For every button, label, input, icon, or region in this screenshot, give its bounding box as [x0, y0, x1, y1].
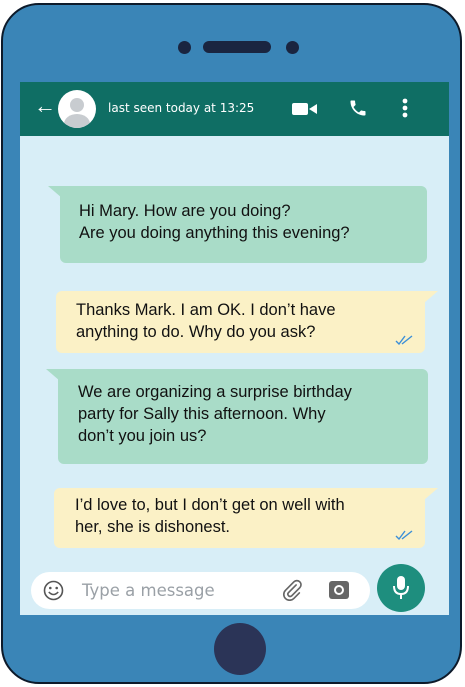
camera-icon[interactable] — [328, 580, 350, 600]
phone-frame: ← last seen today at 13:25 Hi Mary. How … — [1, 3, 462, 684]
message-line: party for Sally this afternoon. Why — [78, 405, 326, 423]
chat-header: ← last seen today at 13:25 — [20, 82, 449, 136]
attachment-icon[interactable] — [281, 579, 303, 601]
double-check-icon — [395, 335, 413, 345]
message-placeholder: Type a message — [82, 581, 215, 600]
avatar[interactable] — [58, 90, 96, 128]
last-seen-status: last seen today at 13:25 — [108, 101, 255, 115]
message-input[interactable]: Type a message — [31, 572, 370, 609]
message-line: Thanks Mark. I am OK. I don’t have — [76, 301, 336, 319]
message-line: We are organizing a surprise birthday — [78, 383, 352, 401]
microphone-button[interactable] — [377, 564, 425, 612]
message-line: don’t you join us? — [78, 427, 207, 445]
message-line: anything to do. Why do you ask? — [76, 323, 316, 341]
message-bubble: Hi Mary. How are you doing? Are you doin… — [60, 186, 427, 263]
speaker-grille — [203, 41, 271, 53]
more-vertical-icon[interactable] — [402, 97, 408, 119]
message-bubble: We are organizing a surprise birthday pa… — [58, 369, 428, 464]
user-silhouette-icon — [64, 98, 90, 128]
message-line: Hi Mary. How are you doing? — [79, 202, 291, 220]
emoji-icon[interactable] — [43, 580, 64, 601]
message-line: Are you doing anything this evening? — [79, 224, 350, 242]
sensor-dot — [178, 41, 191, 54]
microphone-icon — [393, 576, 409, 599]
chat-screen: ← last seen today at 13:25 Hi Mary. How … — [20, 82, 449, 615]
message-line: I’d love to, but I don’t get on well wit… — [75, 496, 345, 514]
message-bubble: I’d love to, but I don’t get on well wit… — [54, 488, 425, 548]
video-call-icon[interactable] — [292, 101, 318, 117]
message-bubble: Thanks Mark. I am OK. I don’t have anyth… — [56, 291, 425, 353]
home-button[interactable] — [214, 623, 266, 675]
bubble-tail — [424, 488, 438, 500]
phone-icon[interactable] — [348, 98, 368, 118]
bubble-tail — [424, 291, 438, 303]
camera-dot — [286, 41, 299, 54]
arrow-left-icon[interactable]: ← — [34, 94, 56, 118]
message-line: her, she is dishonest. — [75, 518, 231, 536]
double-check-icon — [395, 530, 413, 540]
